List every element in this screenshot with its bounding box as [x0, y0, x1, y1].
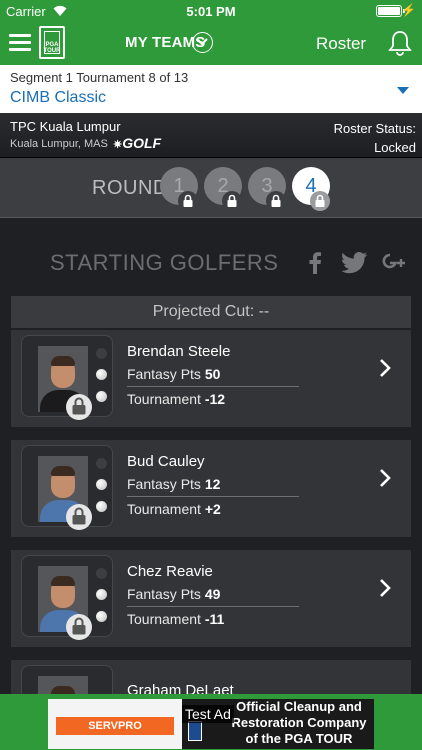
- projected-cut: Projected Cut: --: [11, 296, 411, 328]
- roster-status: Roster Status: Locked: [334, 119, 416, 157]
- lock-icon: [66, 504, 92, 530]
- empty-slot-dot: [96, 568, 107, 579]
- divider: [127, 496, 299, 497]
- course-location: Kuala Lumpur, MAS: [10, 138, 108, 150]
- course-name: TPC Kuala Lumpur: [10, 119, 121, 134]
- fantasy-points: Fantasy Pts 49: [127, 586, 221, 602]
- round-label: ROUND: [92, 177, 168, 199]
- fantasy-points: Fantasy Pts 12: [127, 476, 221, 492]
- roster-status-value: Locked: [374, 140, 416, 155]
- google-plus-icon[interactable]: [382, 252, 406, 274]
- golf-ball-icon: [96, 369, 107, 380]
- tournament-score-value: -12: [204, 391, 226, 407]
- empty-slot-dot: [96, 458, 107, 469]
- dropdown-arrow-icon[interactable]: [397, 87, 409, 94]
- golfer-name: Chez Reavie: [127, 563, 213, 580]
- roster-status-label: Roster Status:: [333, 121, 416, 136]
- segment-info: Segment 1 Tournament 8 of 13: [10, 70, 189, 85]
- lock-icon: [266, 191, 286, 211]
- golf-ball-icon: [96, 391, 107, 402]
- golf-ball-icon: [96, 589, 107, 600]
- tournament-score: Tournament +2: [127, 501, 221, 517]
- tournament-score-value: +2: [204, 501, 221, 517]
- logo-text: PGA TOUR: [43, 42, 61, 54]
- lock-icon: [310, 191, 330, 211]
- clock: 5:01 PM: [186, 4, 236, 19]
- fantasy-points-value: 49: [204, 586, 221, 602]
- charging-icon: ⚡: [401, 3, 416, 17]
- peacock-icon: ✷: [113, 139, 123, 151]
- golfer-photo-frame: [21, 335, 113, 420]
- section-title: STARTING GOLFERS: [50, 250, 279, 275]
- tournament-score: Tournament -12: [127, 391, 226, 407]
- golfer-photo-frame: [21, 555, 113, 640]
- golf-ball-icon: [96, 501, 107, 512]
- course-info: TPC Kuala Lumpur Kuala Lumpur, MAS ✷GOLF…: [0, 113, 422, 158]
- battery-icon: [376, 5, 405, 17]
- fantasy-points-value: 12: [204, 476, 221, 492]
- round-3-button[interactable]: 3: [248, 167, 286, 211]
- chevron-right-icon[interactable]: [379, 468, 391, 488]
- tournament-name[interactable]: CIMB Classic: [10, 89, 106, 107]
- divider: [127, 386, 299, 387]
- golf-channel-logo: ✷GOLF: [113, 135, 161, 151]
- tournament-selector[interactable]: Segment 1 Tournament 8 of 13 CIMB Classi…: [0, 65, 422, 113]
- broadcaster-label: GOLF: [122, 135, 162, 151]
- ad-text-line: of the PGA TOUR: [245, 731, 353, 746]
- round-1-button[interactable]: 1: [160, 167, 198, 211]
- golf-ball-icon: [96, 479, 107, 490]
- round-selector: ROUND 1 2 3 4: [0, 158, 422, 218]
- golfer-photo-frame: [21, 445, 113, 530]
- chevron-right-icon[interactable]: [379, 578, 391, 598]
- golfer-card[interactable]: Chez Reavie Fantasy Pts 49 Tournament -1…: [11, 550, 411, 647]
- servpro-logo: SERVPRO: [56, 717, 174, 735]
- golfer-card[interactable]: Brendan Steele Fantasy Pts 50 Tournament…: [11, 330, 411, 427]
- lock-icon: [178, 191, 198, 211]
- hamburger-icon[interactable]: [9, 34, 31, 52]
- tournament-score-value: -11: [204, 611, 225, 627]
- ad-text: Official Cleanup and Restoration Company…: [224, 699, 374, 747]
- facebook-icon[interactable]: [308, 252, 322, 274]
- bell-icon[interactable]: [388, 30, 412, 56]
- status-bar: Carrier 5:01 PM ⚡: [0, 0, 422, 22]
- divider: [127, 606, 299, 607]
- golf-ball-icon: [96, 611, 107, 622]
- test-ad-label: Test Ad: [182, 705, 234, 723]
- chevron-down-icon[interactable]: [192, 32, 213, 53]
- twitter-icon[interactable]: [342, 252, 368, 274]
- ad-text-line: Official Cleanup and: [236, 699, 362, 714]
- golfer-name: Bud Cauley: [127, 453, 205, 470]
- ad-text-line: Restoration Company: [231, 715, 367, 730]
- lock-icon: [66, 394, 92, 420]
- lock-icon: [222, 191, 242, 211]
- round-2-button[interactable]: 2: [204, 167, 242, 211]
- empty-slot-dot: [96, 348, 107, 359]
- pga-tour-logo: PGA TOUR: [39, 26, 65, 59]
- tournament-score: Tournament -11: [127, 611, 225, 627]
- ad-creative[interactable]: SERVPRO Official Cleanup and Restoration…: [48, 699, 374, 749]
- ad-banner: SERVPRO Official Cleanup and Restoration…: [0, 694, 422, 750]
- round-4-button[interactable]: 4: [292, 167, 330, 211]
- lock-icon: [66, 614, 92, 640]
- pga-tour-logo: [188, 721, 202, 741]
- fantasy-points-value: 50: [204, 366, 221, 382]
- golfer-card[interactable]: Bud Cauley Fantasy Pts 12 Tournament +2: [11, 440, 411, 537]
- golfer-name: Brendan Steele: [127, 343, 231, 360]
- fantasy-points: Fantasy Pts 50: [127, 366, 221, 382]
- chevron-right-icon[interactable]: [379, 358, 391, 378]
- nav-bar: PGA TOUR MY TEAMS Roster: [0, 22, 422, 65]
- roster-button[interactable]: Roster: [316, 34, 366, 54]
